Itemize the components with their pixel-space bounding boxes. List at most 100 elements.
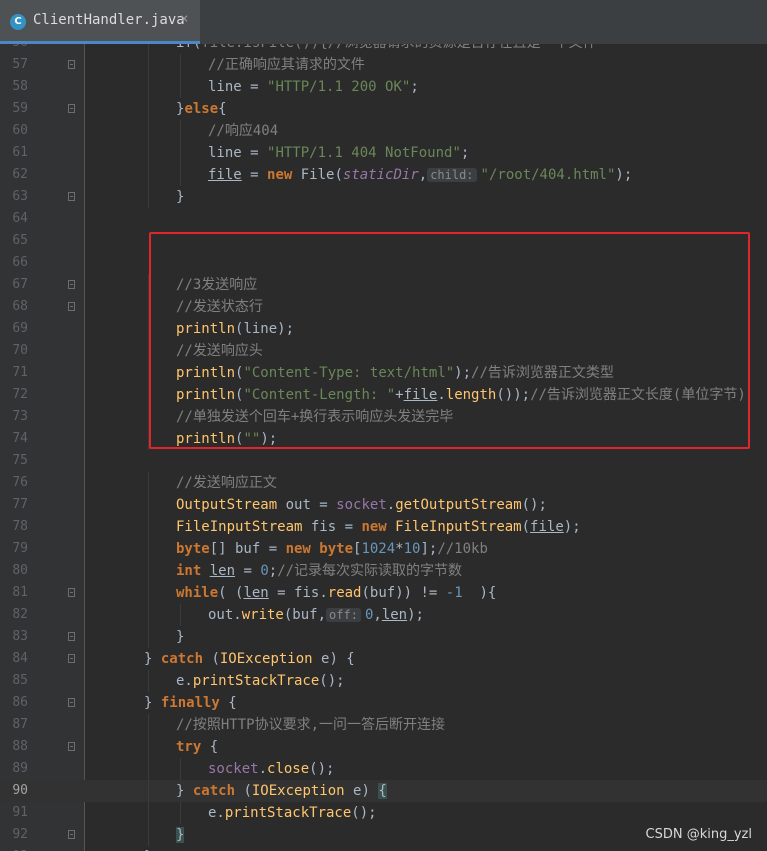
code-line[interactable]: 86} finally { <box>0 692 767 714</box>
code-line[interactable]: 82 out.write(buf, off: 0,len); <box>0 604 767 626</box>
code-token: e. <box>176 673 193 689</box>
tab-clienthandler[interactable]: C ClientHandler.java × <box>0 0 200 44</box>
java-class-icon: C <box>10 14 26 30</box>
line-number: 85 <box>12 673 28 688</box>
fold-marker-icon[interactable] <box>68 698 75 707</box>
code-line[interactable]: 88 try { <box>0 736 767 758</box>
code-text: } <box>176 824 185 846</box>
code-token: -1 <box>445 585 463 601</box>
code-line[interactable]: 81 while( (len = fis.read(buf)) != -1 ){ <box>0 582 767 604</box>
code-line[interactable]: 63} <box>0 186 767 208</box>
code-line[interactable]: 90} catch (IOException e) { <box>0 780 767 802</box>
fold-marker-icon[interactable] <box>68 302 75 311</box>
code-line[interactable]: 77 OutputStream out = socket.getOutputStr… <box>0 494 767 516</box>
line-number: 76 <box>12 475 28 490</box>
code-token: if( <box>176 44 201 51</box>
code-text: line = "HTTP/1.1 200 OK"; <box>208 76 419 98</box>
code-token: 10 <box>403 541 421 557</box>
code-line[interactable]: 57 //正确响应其请求的文件 <box>0 54 767 76</box>
line-number: 78 <box>12 519 28 534</box>
code-line[interactable]: 60 //响应404 <box>0 120 767 142</box>
indent-guide <box>148 164 149 186</box>
watermark: CSDN @king_yzl <box>645 827 752 842</box>
code-text: //按照HTTP协议要求,一问一答后断开连接 <box>176 714 445 736</box>
code-line[interactable]: 61 line = "HTTP/1.1 404 NotFound"; <box>0 142 767 164</box>
code-line[interactable]: 89 socket.close(); <box>0 758 767 780</box>
fold-marker-icon[interactable] <box>68 60 75 69</box>
line-number: 71 <box>12 365 28 380</box>
indent-guide <box>148 142 149 164</box>
code-token: "/root/404.html" <box>480 167 616 183</box>
code-line[interactable]: 62 file = new File(staticDir, child: "/root… <box>0 164 767 186</box>
indent-guide <box>148 802 149 824</box>
code-token: new <box>285 541 320 557</box>
line-number: 82 <box>12 607 28 622</box>
code-line[interactable]: 87 //按照HTTP协议要求,一问一答后断开连接 <box>0 714 767 736</box>
fold-marker-icon[interactable] <box>68 654 75 663</box>
code-token: socket <box>336 497 387 513</box>
line-number: 57 <box>12 57 28 72</box>
code-token: . <box>258 761 268 777</box>
code-line[interactable]: 76 //发送响应正文 <box>0 472 767 494</box>
line-number: 84 <box>12 651 28 666</box>
code-token: } <box>176 189 185 205</box>
code-token: } <box>176 827 185 843</box>
code-text: line = "HTTP/1.1 404 NotFound"; <box>208 142 469 164</box>
code-line[interactable]: 78 FileInputStream fis = new FileInputStr… <box>0 516 767 538</box>
fold-marker-icon[interactable] <box>68 192 75 201</box>
fold-marker-icon[interactable] <box>68 830 75 839</box>
code-token: ){ <box>462 585 497 601</box>
fold-marker-icon[interactable] <box>68 742 75 751</box>
code-text: try { <box>176 736 218 758</box>
line-number: 68 <box>12 299 28 314</box>
code-token: } <box>176 629 185 645</box>
code-line[interactable]: 93} <box>0 846 767 851</box>
fold-marker-icon[interactable] <box>68 280 75 289</box>
code-line[interactable]: 58 line = "HTTP/1.1 200 OK"; <box>0 76 767 98</box>
code-token: ( <box>521 519 531 535</box>
indent-guide <box>148 560 149 582</box>
code-token: byte <box>176 541 210 557</box>
line-number: 66 <box>12 255 28 270</box>
code-text: socket.close(); <box>208 758 334 780</box>
code-token: out = <box>277 497 337 513</box>
code-line[interactable]: 83} <box>0 626 767 648</box>
line-number: 58 <box>12 79 28 94</box>
indent-guide <box>148 98 149 120</box>
code-token: staticDir <box>342 167 419 183</box>
fold-marker-icon[interactable] <box>68 104 75 113</box>
code-token: catch <box>192 783 244 799</box>
indent-guide <box>148 472 149 494</box>
code-line[interactable]: 64 <box>0 208 767 230</box>
line-number: 86 <box>12 695 28 710</box>
code-line[interactable]: 75 <box>0 450 767 472</box>
code-token: //发送响应正文 <box>176 475 277 491</box>
code-token: socket <box>208 761 259 777</box>
code-line[interactable]: 56 if(file.isFile()){//浏览器请求的资源是否存在且是一个文件 <box>0 44 767 54</box>
code-line[interactable]: 80 int len = 0;//记录每次实际读取的字节数 <box>0 560 767 582</box>
fold-marker-icon[interactable] <box>68 588 75 597</box>
code-token: try <box>176 739 210 755</box>
line-number: 72 <box>12 387 28 402</box>
code-token: FileInputStream <box>176 519 303 535</box>
code-line[interactable]: 84} catch (IOException e) { <box>0 648 767 670</box>
code-token: int <box>176 563 210 579</box>
indent-guide <box>148 44 149 54</box>
code-token: (buf)) != <box>361 585 446 601</box>
code-token: 0 <box>260 563 269 579</box>
line-number: 87 <box>12 717 28 732</box>
code-token: { <box>218 101 227 117</box>
indent-guide <box>148 120 149 142</box>
line-number: 93 <box>0 846 28 851</box>
code-token: [] buf = <box>209 541 286 557</box>
code-line[interactable]: 91 e.printStackTrace(); <box>0 802 767 824</box>
code-line[interactable]: 79 byte[] buf = new byte[1024*10];//10kb <box>0 538 767 560</box>
code-token: file <box>530 519 564 535</box>
indent-guide <box>148 582 149 604</box>
code-line[interactable]: 85 e.printStackTrace(); <box>0 670 767 692</box>
code-line[interactable]: 59}else{ <box>0 98 767 120</box>
close-icon[interactable]: × <box>180 11 188 27</box>
line-number: 91 <box>12 805 28 820</box>
code-text: OutputStream out = socket.getOutputStrea… <box>176 494 547 516</box>
fold-marker-icon[interactable] <box>68 632 75 641</box>
